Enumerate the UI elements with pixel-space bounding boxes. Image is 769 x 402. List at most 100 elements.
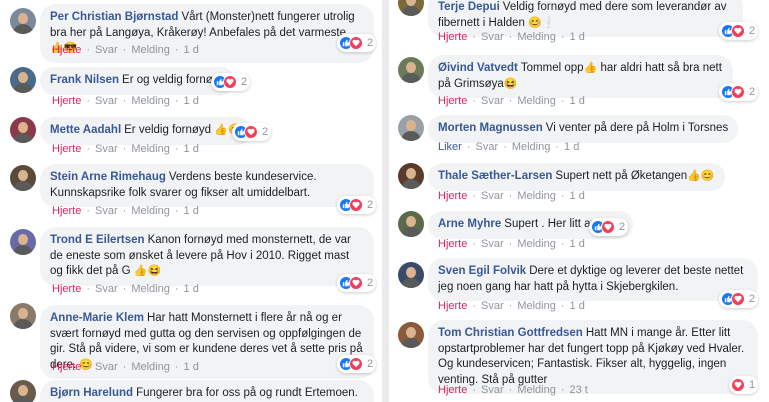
like-link[interactable]: Liker [438,141,462,153]
message-link[interactable]: Melding [131,44,170,56]
message-link[interactable]: Melding [131,283,170,295]
commenter-name[interactable]: Sven Egil Folvik [438,265,526,277]
reaction-count[interactable]: 2 [337,196,377,214]
heart-link[interactable]: Hjerte [438,190,467,202]
avatar[interactable] [398,0,424,16]
reply-link[interactable]: Svar [95,361,118,373]
reaction-count[interactable]: 2 [719,22,759,40]
reaction-count[interactable]: 1 [729,376,759,394]
commenter-name[interactable]: Mette Aadahl [50,124,121,136]
commenter-name[interactable]: Frank Nilsen [50,74,119,86]
reply-link[interactable]: Svar [95,95,118,107]
reaction-count[interactable]: 2 [232,123,272,141]
message-link[interactable]: Melding [131,205,170,217]
reply-link[interactable]: Svar [481,384,504,396]
avatar[interactable] [10,380,36,402]
message-link[interactable]: Melding [517,384,556,396]
timestamp[interactable]: 1 d [570,300,585,312]
timestamp[interactable]: 1 d [184,95,199,107]
heart-link[interactable]: Hjerte [52,205,81,217]
heart-reaction-icon [731,378,745,392]
avatar[interactable] [10,67,36,93]
reaction-number: 2 [749,293,756,305]
commenter-name[interactable]: Terje Depui [438,1,500,13]
commenter-name[interactable]: Arne Myhre [438,218,501,230]
timestamp[interactable]: 23 t [570,384,588,396]
timestamp[interactable]: 1 d [570,31,585,43]
reply-link[interactable]: Svar [481,238,504,250]
timestamp[interactable]: 1 d [570,95,585,107]
reaction-count[interactable]: 2 [337,355,377,373]
message-link[interactable]: Melding [517,300,556,312]
heart-link[interactable]: Hjerte [52,44,81,56]
reply-link[interactable]: Svar [481,190,504,202]
timestamp[interactable]: 1 d [184,44,199,56]
message-link[interactable]: Melding [517,31,556,43]
heart-link[interactable]: Hjerte [52,95,81,107]
commenter-name[interactable]: Bjørn Harelund [50,387,133,399]
heart-reaction-icon [223,75,237,89]
reaction-count[interactable]: 2 [337,34,377,52]
avatar[interactable] [10,165,36,191]
commenter-name[interactable]: Øivind Vatvedt [438,62,518,74]
commenter-name[interactable]: Per Christian Bjørnstad [50,11,178,23]
heart-link[interactable]: Hjerte [438,31,467,43]
comment-actions: Liker · Svar · Melding · 1 d [438,141,580,153]
message-link[interactable]: Melding [517,190,556,202]
heart-link[interactable]: Hjerte [438,95,467,107]
reply-link[interactable]: Svar [95,44,118,56]
reaction-count[interactable]: 2 [719,83,759,101]
commenter-name[interactable]: Trond E Eilertsen [50,234,145,246]
avatar[interactable] [398,262,424,288]
heart-link[interactable]: Hjerte [52,283,81,295]
reply-link[interactable]: Svar [95,283,118,295]
comment-text: Er og veldig fornøyd [122,74,225,86]
message-link[interactable]: Melding [517,95,556,107]
message-link[interactable]: Melding [131,361,170,373]
reply-link[interactable]: Svar [481,95,504,107]
avatar[interactable] [10,229,36,255]
commenter-name[interactable]: Stein Arne Rimehaug [50,171,166,183]
timestamp[interactable]: 1 d [564,141,579,153]
commenter-name[interactable]: Tom Christian Gottfredsen [438,327,583,339]
timestamp[interactable]: 1 d [570,190,585,202]
timestamp[interactable]: 1 d [570,238,585,250]
commenter-name[interactable]: Thale Sæther-Larsen [438,170,552,182]
avatar[interactable] [398,163,424,189]
reaction-count[interactable]: 2 [719,290,759,308]
commenter-name[interactable]: Morten Magnussen [438,122,543,134]
timestamp[interactable]: 1 d [184,361,199,373]
reaction-count[interactable]: 2 [211,73,251,91]
timestamp[interactable]: 1 d [184,283,199,295]
heart-link[interactable]: Hjerte [52,361,81,373]
heart-reaction-icon [601,220,615,234]
avatar[interactable] [398,211,424,237]
reply-link[interactable]: Svar [476,141,499,153]
avatar[interactable] [10,117,36,143]
reaction-count[interactable]: 2 [589,218,629,236]
reply-link[interactable]: Svar [481,300,504,312]
heart-link[interactable]: Hjerte [52,143,81,155]
message-link[interactable]: Melding [131,95,170,107]
reply-link[interactable]: Svar [481,31,504,43]
comment-actions: Hjerte · Svar · Melding · 1 d [52,44,199,56]
heart-reaction-icon [349,276,363,290]
left-comment-column: Per Christian Bjørnstad Vårt (Monster)net… [0,0,382,402]
avatar[interactable] [10,8,36,34]
avatar[interactable] [10,303,36,329]
reply-link[interactable]: Svar [95,205,118,217]
heart-link[interactable]: Hjerte [438,238,467,250]
message-link[interactable]: Melding [517,238,556,250]
reaction-count[interactable]: 2 [337,274,377,292]
timestamp[interactable]: 1 d [184,205,199,217]
message-link[interactable]: Melding [131,143,170,155]
reply-link[interactable]: Svar [95,143,118,155]
heart-link[interactable]: Hjerte [438,384,467,396]
avatar[interactable] [398,115,424,141]
commenter-name[interactable]: Anne-Marie Klem [50,312,144,324]
avatar[interactable] [398,57,424,83]
heart-link[interactable]: Hjerte [438,300,467,312]
timestamp[interactable]: 1 d [184,143,199,155]
avatar[interactable] [398,322,424,348]
message-link[interactable]: Melding [512,141,551,153]
